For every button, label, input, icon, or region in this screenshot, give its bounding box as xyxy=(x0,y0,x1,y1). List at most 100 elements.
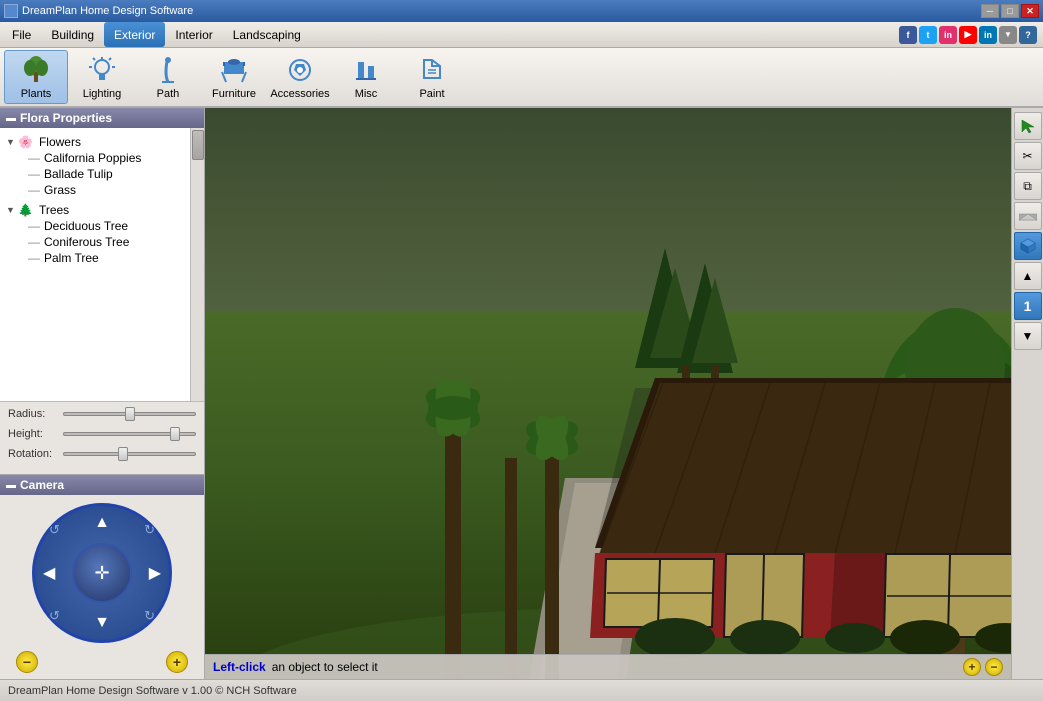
height-thumb[interactable] xyxy=(170,427,180,441)
help-icon[interactable]: ? xyxy=(1019,26,1037,44)
more-icon[interactable]: ▼ xyxy=(999,26,1017,44)
tool-path[interactable]: Path xyxy=(136,50,200,104)
zoom-controls: − + xyxy=(0,651,204,679)
tool-plants[interactable]: Plants xyxy=(4,50,68,104)
titlebar-controls[interactable]: ─ □ ✕ xyxy=(981,4,1039,18)
properties-panel: Radius: Height: Rotation: xyxy=(0,401,204,474)
3d-scene: Left-click an object to select it + − xyxy=(205,108,1011,679)
tree-item-grass[interactable]: — Grass xyxy=(0,182,190,198)
close-button[interactable]: ✕ xyxy=(1021,4,1039,18)
bullet-icon: — xyxy=(28,183,40,197)
down-arrow-button[interactable]: ▼ xyxy=(1014,322,1042,350)
expand-flowers-icon: ▼ xyxy=(6,137,16,147)
bullet-icon: — xyxy=(28,151,40,165)
tree-folder-icon: 🌲 xyxy=(18,203,33,217)
camera-up-arrow[interactable]: ▲ xyxy=(94,514,110,532)
tree-parent-flowers[interactable]: ▼ 🌸 Flowers xyxy=(0,134,190,150)
camera-rotate-tr[interactable]: ↻ xyxy=(144,522,155,538)
scissors-button[interactable]: ✂ xyxy=(1014,142,1042,170)
camera-down-arrow[interactable]: ▼ xyxy=(94,614,110,632)
copy-button[interactable]: ⧉ xyxy=(1014,172,1042,200)
facebook-icon[interactable]: f xyxy=(899,26,917,44)
rotation-label: Rotation: xyxy=(8,448,63,460)
youtube-icon[interactable]: ▶ xyxy=(959,26,977,44)
accessories-icon xyxy=(284,54,316,86)
tool-paint[interactable]: Paint xyxy=(400,50,464,104)
camera-left-arrow[interactable]: ◀ xyxy=(43,563,55,583)
viewport-zoom-in[interactable]: + xyxy=(963,658,981,676)
camera-center[interactable]: ✛ xyxy=(72,543,132,603)
zoom-buttons: + − xyxy=(963,658,1003,676)
bullet-icon: — xyxy=(28,167,40,181)
viewport-zoom-out[interactable]: − xyxy=(985,658,1003,676)
flora-scrollbar[interactable] xyxy=(190,128,204,401)
rotation-thumb[interactable] xyxy=(118,447,128,461)
bullet-icon: — xyxy=(28,235,40,249)
tool-accessories[interactable]: Accessories xyxy=(268,50,332,104)
zoom-in-button[interactable]: + xyxy=(166,651,188,673)
app-title: DreamPlan Home Design Software xyxy=(22,5,193,17)
cube-button[interactable] xyxy=(1014,232,1042,260)
radius-row: Radius: xyxy=(8,408,196,420)
tool-plants-label: Plants xyxy=(21,88,52,100)
plane-button[interactable] xyxy=(1014,202,1042,230)
flower-folder-icon: 🌸 xyxy=(18,135,33,149)
twitter-icon[interactable]: t xyxy=(919,26,937,44)
trees-label: Trees xyxy=(39,203,69,217)
camera-rotate-br[interactable]: ↻ xyxy=(144,608,155,624)
camera-right-arrow[interactable]: ▶ xyxy=(149,563,161,583)
menubar: File Building Exterior Interior Landscap… xyxy=(0,22,1043,48)
version-text: DreamPlan Home Design Software v 1.00 © … xyxy=(8,685,297,697)
instagram-icon[interactable]: in xyxy=(939,26,957,44)
radius-thumb[interactable] xyxy=(125,407,135,421)
status-hint: Left-click an object to select it xyxy=(213,660,378,674)
tool-furniture[interactable]: Furniture xyxy=(202,50,266,104)
tool-lighting[interactable]: Lighting xyxy=(70,50,134,104)
tool-accessories-label: Accessories xyxy=(270,88,329,100)
maximize-button[interactable]: □ xyxy=(1001,4,1019,18)
height-row: Height: xyxy=(8,428,196,440)
status-action: Left-click xyxy=(213,660,266,674)
menu-building[interactable]: Building xyxy=(41,22,104,47)
tree-parent-trees[interactable]: ▼ 🌲 Trees xyxy=(0,202,190,218)
minimize-button[interactable]: ─ xyxy=(981,4,999,18)
menu-interior[interactable]: Interior xyxy=(165,22,222,47)
height-slider[interactable] xyxy=(63,432,196,436)
camera-panel: ▬ Camera ▲ ▼ ◀ ▶ ↺ ↻ ↺ ↻ ✛ xyxy=(0,474,204,679)
tree-item-coniferous[interactable]: — Coniferous Tree xyxy=(0,234,190,250)
status-description: an object to select it xyxy=(272,660,378,674)
menu-landscaping[interactable]: Landscaping xyxy=(223,22,311,47)
camera-rotate-bl[interactable]: ↺ xyxy=(49,608,60,624)
rotation-row: Rotation: xyxy=(8,448,196,460)
lighting-icon xyxy=(86,54,118,86)
titlebar: DreamPlan Home Design Software ─ □ ✕ xyxy=(0,0,1043,22)
level-button[interactable]: 1 xyxy=(1014,292,1042,320)
menu-file[interactable]: File xyxy=(2,22,41,47)
camera-title: Camera xyxy=(20,478,64,492)
menubar-right: f t in ▶ in ▼ ? xyxy=(899,22,1041,47)
radius-slider[interactable] xyxy=(63,412,196,416)
height-label: Height: xyxy=(8,428,63,440)
path-icon xyxy=(152,54,184,86)
tree-item-ballade-tulip[interactable]: — Ballade Tulip xyxy=(0,166,190,182)
tree-item-deciduous[interactable]: — Deciduous Tree xyxy=(0,218,190,234)
zoom-out-button[interactable]: − xyxy=(16,651,38,673)
tree-item-palm[interactable]: — Palm Tree xyxy=(0,250,190,266)
linkedin-icon[interactable]: in xyxy=(979,26,997,44)
tool-misc[interactable]: Misc xyxy=(334,50,398,104)
flora-panel-header: ▬ Flora Properties xyxy=(0,108,204,128)
cursor-tool-button[interactable] xyxy=(1014,112,1042,140)
tree-item-california-poppies[interactable]: — California Poppies xyxy=(0,150,190,166)
viewport[interactable]: Left-click an object to select it + − xyxy=(205,108,1011,679)
rotation-slider[interactable] xyxy=(63,452,196,456)
bullet-icon: — xyxy=(28,251,40,265)
furniture-icon xyxy=(218,54,250,86)
plants-icon xyxy=(20,54,52,86)
app-icon xyxy=(4,4,18,18)
menu-exterior[interactable]: Exterior xyxy=(104,22,165,47)
up-arrow-button[interactable]: ▲ xyxy=(1014,262,1042,290)
camera-wheel[interactable]: ▲ ▼ ◀ ▶ ↺ ↻ ↺ ↻ ✛ xyxy=(32,503,172,643)
tool-paint-label: Paint xyxy=(419,88,444,100)
camera-rotate-tl[interactable]: ↺ xyxy=(49,522,60,538)
bottom-statusbar: DreamPlan Home Design Software v 1.00 © … xyxy=(0,679,1043,701)
